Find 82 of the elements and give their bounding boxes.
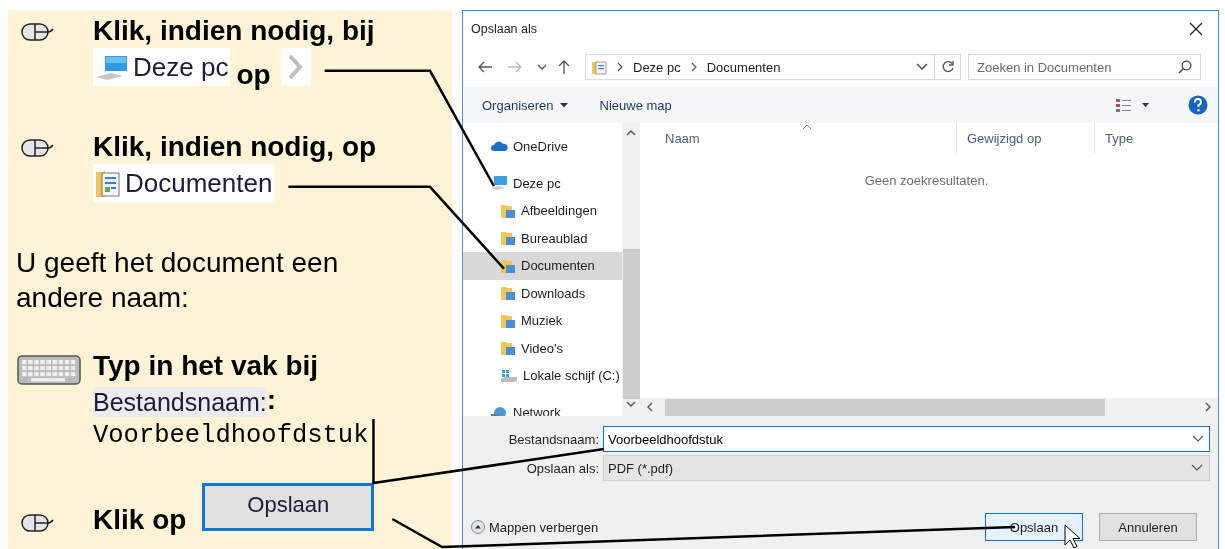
mouse-icon [18, 22, 54, 42]
network-icon [490, 405, 508, 416]
empty-message: Geen zoekresultaten. [864, 173, 989, 190]
search-field[interactable]: Zoeken in Documenten [968, 54, 1201, 80]
chip-label: Deze pc [133, 51, 229, 83]
folder-icon [500, 285, 516, 302]
close-icon[interactable] [1188, 21, 1204, 37]
sort-icon [802, 124, 812, 130]
chevron-icon [689, 62, 698, 72]
nav-item[interactable]: Downloads [463, 279, 622, 307]
instruction-text: Klik, indien nodig, bij [93, 14, 375, 48]
instruction-text: Klik, indien nodig, op [93, 130, 377, 164]
nav-item[interactable]: Lokale schijf (C:) [463, 362, 622, 390]
drive-icon [500, 368, 518, 383]
scroll-left-icon [646, 402, 653, 412]
instruction-text: U geeft het document een andere naam: [16, 246, 340, 315]
refresh-icon [940, 60, 955, 74]
dropdown-icon [1192, 435, 1204, 443]
instruction-text: : [266, 383, 277, 417]
dropdown-icon [916, 63, 928, 71]
nav-item[interactable]: OneDrive [463, 133, 622, 161]
help-icon[interactable] [1188, 95, 1208, 115]
refresh-button[interactable] [935, 54, 961, 80]
scrollbar[interactable] [640, 398, 1218, 416]
instruction-text: Typ in het vak bij [93, 349, 319, 383]
nav-item[interactable]: Documenten [463, 252, 622, 280]
window-title: Opslaan als [471, 22, 537, 36]
file-type-dropdown[interactable]: PDF (*.pdf) [603, 455, 1210, 481]
scrollbar[interactable] [622, 123, 640, 416]
nav-item[interactable]: Network [463, 398, 622, 416]
filename-field[interactable]: Voorbeeldhoofdstuk [603, 426, 1210, 452]
address-bar[interactable]: Deze pc Documenten [585, 54, 935, 80]
instruction-text: op [236, 60, 271, 90]
scrollbar-thumb[interactable] [622, 249, 640, 399]
scroll-right-icon [1205, 402, 1212, 412]
search-icon [1178, 60, 1192, 74]
column-header[interactable]: Gewijzigd op [957, 123, 1095, 153]
column-header[interactable]: Type [1095, 123, 1218, 153]
keyboard-icon [17, 355, 81, 385]
caret-icon[interactable] [537, 63, 547, 71]
collapse-icon [471, 520, 485, 534]
field-label: Opslaan als: [525, 460, 600, 476]
scroll-up-icon [626, 129, 636, 136]
dropdown-icon [1191, 464, 1203, 472]
hide-folders-button[interactable]: Mappen verbergen [471, 519, 599, 535]
folder-icon [500, 230, 516, 247]
back-icon[interactable] [477, 60, 493, 74]
nav-item[interactable]: Video's [463, 334, 622, 362]
dialog-button[interactable]: Opslaan [985, 513, 1083, 541]
field-label: Bestandsnaam: [93, 387, 267, 417]
instruction-text: Klik op [93, 503, 187, 537]
nav-item[interactable]: Muziek [463, 307, 622, 335]
toolbar-button[interactable]: Nieuwe map [599, 97, 672, 113]
folder-icon [500, 202, 516, 219]
field-label: Bestandsnaam: [507, 431, 600, 447]
folder-icon [500, 257, 516, 274]
mouse-icon [18, 513, 54, 533]
typed-text: Voorbeeldhoofdstuk [93, 420, 369, 452]
breadcrumb-item[interactable]: Documenten [706, 59, 781, 75]
nav-item[interactable]: Deze pc [463, 169, 622, 197]
column-header[interactable]: Naam [640, 123, 957, 153]
dialog-button[interactable]: Annuleren [1099, 513, 1197, 541]
chevron-icon [616, 62, 624, 72]
chevron-icon [280, 48, 311, 86]
mouse-icon [18, 138, 54, 158]
caret-icon [559, 102, 568, 108]
folder-icon [500, 340, 516, 357]
mouse-pointer-icon [1064, 524, 1081, 549]
cloud-icon [490, 141, 508, 153]
breadcrumb-item[interactable]: Deze pc [633, 59, 681, 75]
up-icon[interactable] [557, 59, 571, 75]
scrollbar-thumb[interactable] [665, 398, 1105, 416]
chip-label: Documenten [125, 167, 273, 199]
view-options-icon[interactable] [1116, 98, 1150, 112]
computer-icon [95, 53, 129, 81]
computer-icon [490, 175, 508, 192]
folder-icon [500, 312, 516, 329]
document-folder-icon [591, 59, 607, 75]
nav-item[interactable]: Bureaublad [463, 224, 622, 252]
nav-item[interactable]: Afbeeldingen [463, 197, 622, 225]
scroll-down-icon [626, 401, 636, 408]
toolbar-button[interactable]: Organiseren [482, 97, 568, 113]
